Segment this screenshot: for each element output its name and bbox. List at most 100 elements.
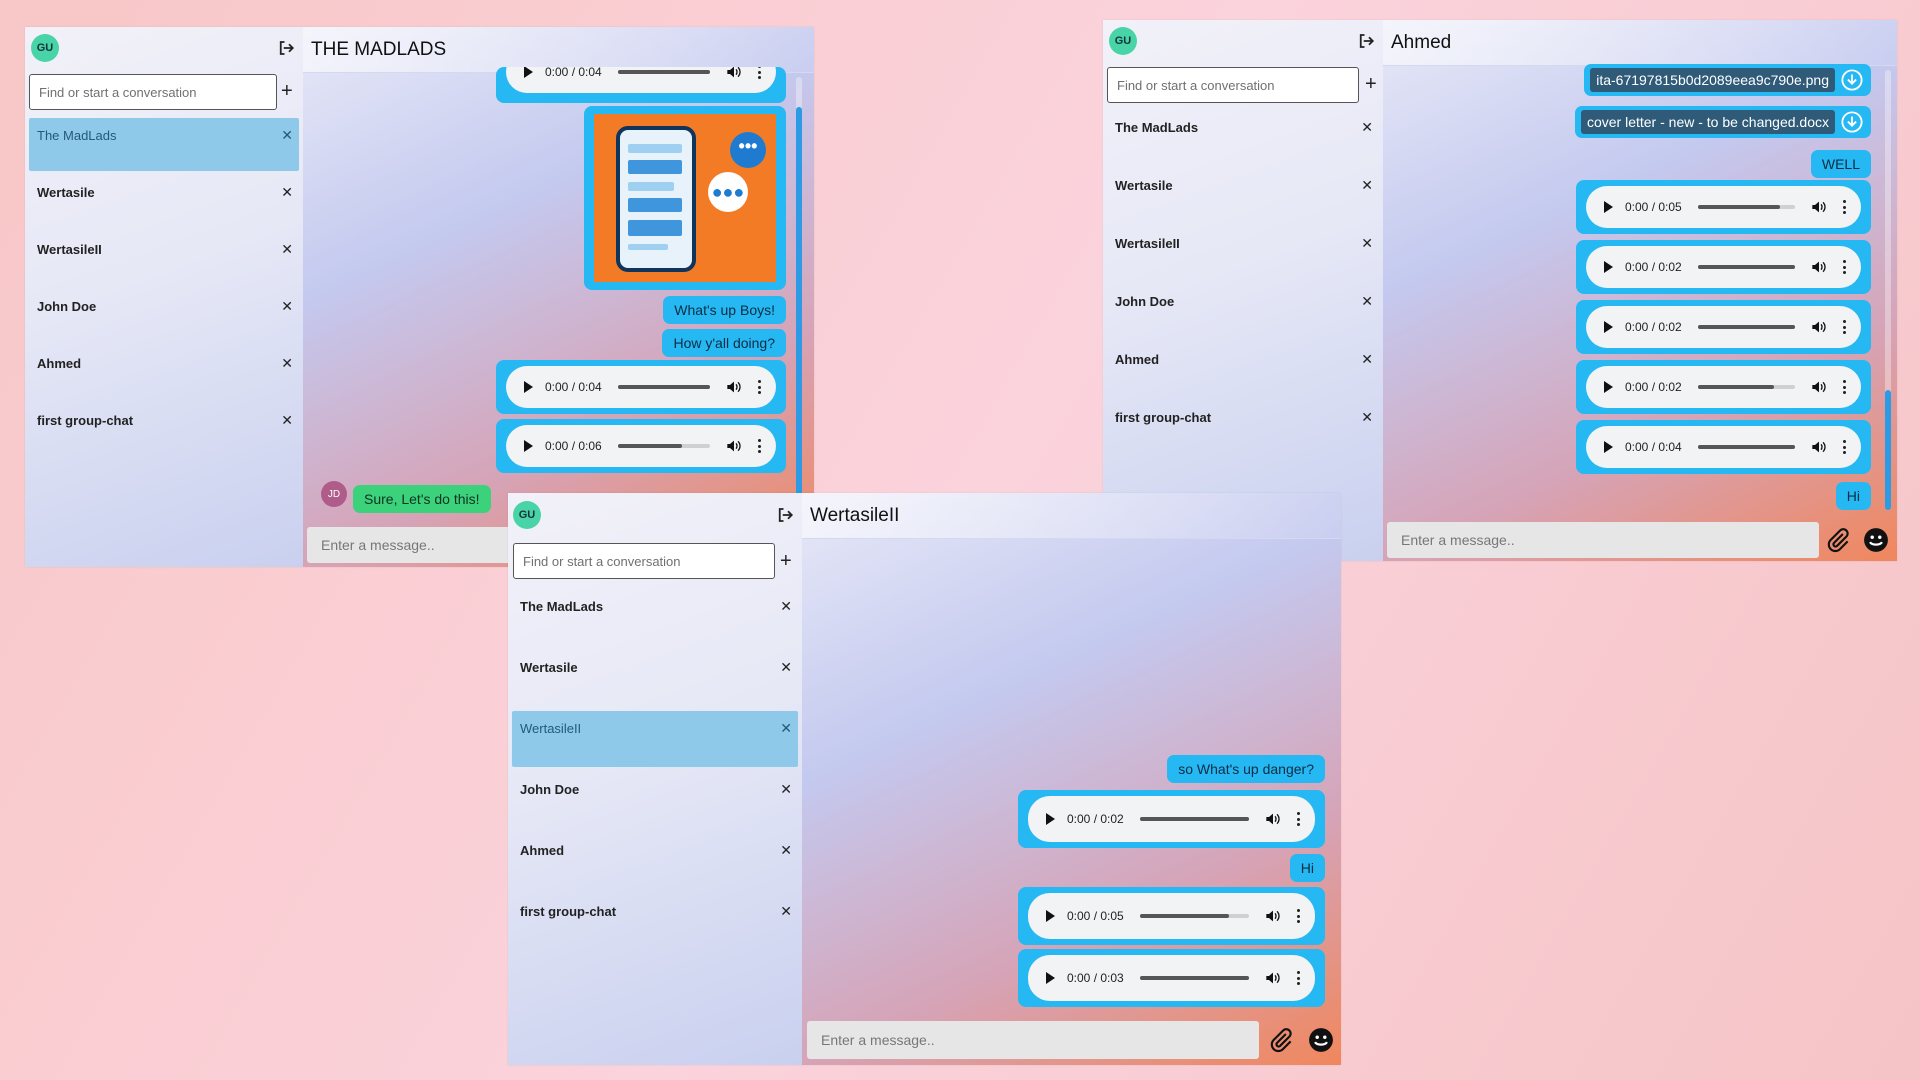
- audio-player[interactable]: 0:00 / 0:02: [1586, 306, 1861, 348]
- more-options-icon[interactable]: [1297, 909, 1301, 923]
- conversation-item[interactable]: John Doe ✕: [512, 772, 798, 833]
- play-icon[interactable]: [1046, 813, 1055, 825]
- conversation-item[interactable]: John Doe ✕: [29, 289, 299, 346]
- conversation-item[interactable]: WertasileII ✕: [29, 232, 299, 289]
- play-icon[interactable]: [524, 440, 533, 452]
- volume-icon[interactable]: [1811, 320, 1827, 334]
- audio-progress[interactable]: [617, 385, 710, 389]
- logout-icon[interactable]: [776, 506, 794, 524]
- play-icon[interactable]: [524, 381, 533, 393]
- play-icon[interactable]: [1046, 910, 1055, 922]
- conversation-item[interactable]: first group-chat ✕: [1107, 400, 1379, 458]
- file-name[interactable]: ita-67197815b0d2089eea9c790e.png: [1590, 68, 1835, 92]
- play-icon[interactable]: [1604, 261, 1613, 273]
- close-icon[interactable]: ✕: [281, 412, 293, 429]
- more-options-icon[interactable]: [758, 380, 762, 394]
- conversation-item[interactable]: Wertasile ✕: [512, 650, 798, 711]
- play-icon[interactable]: [1604, 441, 1613, 453]
- new-conversation-icon[interactable]: +: [780, 551, 792, 571]
- close-icon[interactable]: ✕: [281, 298, 293, 315]
- logout-icon[interactable]: [277, 39, 295, 57]
- audio-progress[interactable]: [1697, 325, 1795, 329]
- conversation-item[interactable]: first group-chat ✕: [29, 403, 299, 460]
- audio-player[interactable]: 0:00 / 0:04: [1586, 426, 1861, 468]
- close-icon[interactable]: ✕: [281, 127, 293, 144]
- scrollbar[interactable]: [796, 77, 802, 517]
- search-input[interactable]: [513, 543, 775, 579]
- volume-icon[interactable]: [726, 439, 742, 453]
- audio-progress[interactable]: [1697, 445, 1795, 449]
- audio-progress[interactable]: [1139, 914, 1249, 918]
- user-avatar[interactable]: GU: [513, 501, 541, 529]
- audio-progress[interactable]: [1697, 385, 1795, 389]
- message-input[interactable]: [1387, 522, 1819, 558]
- close-icon[interactable]: ✕: [780, 598, 792, 615]
- more-options-icon[interactable]: [1843, 440, 1847, 454]
- audio-progress[interactable]: [1697, 265, 1795, 269]
- more-options-icon[interactable]: [1843, 200, 1847, 214]
- close-icon[interactable]: ✕: [1361, 119, 1373, 136]
- more-options-icon[interactable]: [1297, 812, 1301, 826]
- play-icon[interactable]: [1604, 201, 1613, 213]
- close-icon[interactable]: ✕: [780, 659, 792, 676]
- conversation-item[interactable]: Ahmed ✕: [1107, 342, 1379, 400]
- close-icon[interactable]: ✕: [780, 903, 792, 920]
- close-icon[interactable]: ✕: [281, 241, 293, 258]
- audio-progress[interactable]: [617, 444, 710, 448]
- volume-icon[interactable]: [1811, 260, 1827, 274]
- audio-player[interactable]: 0:00 / 0:02: [1028, 796, 1315, 842]
- conversation-item[interactable]: John Doe ✕: [1107, 284, 1379, 342]
- search-input[interactable]: [29, 74, 277, 110]
- close-icon[interactable]: ✕: [1361, 409, 1373, 426]
- file-name[interactable]: cover letter - new - to be changed.docx: [1580, 110, 1835, 134]
- audio-player[interactable]: 0:00 / 0:03: [1028, 955, 1315, 1001]
- more-options-icon[interactable]: [1297, 971, 1301, 985]
- new-conversation-icon[interactable]: +: [281, 81, 293, 101]
- conversation-item[interactable]: The MadLads ✕: [512, 589, 798, 650]
- scrollbar[interactable]: [1885, 70, 1891, 510]
- more-options-icon[interactable]: [1843, 260, 1847, 274]
- conversation-item[interactable]: The MadLads ✕: [1107, 110, 1379, 168]
- user-avatar[interactable]: GU: [31, 34, 59, 62]
- audio-progress[interactable]: [1697, 205, 1795, 209]
- emoji-icon[interactable]: [1863, 527, 1889, 553]
- conversation-item[interactable]: Ahmed ✕: [29, 346, 299, 403]
- attach-icon[interactable]: [1825, 527, 1851, 553]
- attach-icon[interactable]: [1268, 1027, 1294, 1053]
- volume-icon[interactable]: [1811, 380, 1827, 394]
- more-options-icon[interactable]: [1843, 380, 1847, 394]
- audio-progress[interactable]: [617, 70, 710, 74]
- audio-progress[interactable]: [1139, 976, 1249, 980]
- volume-icon[interactable]: [726, 67, 742, 79]
- conversation-item[interactable]: WertasileII ✕: [512, 711, 798, 767]
- more-options-icon[interactable]: [1843, 320, 1847, 334]
- volume-icon[interactable]: [1811, 200, 1827, 214]
- image-message[interactable]: ••• ●●●: [584, 106, 786, 290]
- audio-player[interactable]: 0:00 / 0:04: [506, 67, 776, 93]
- download-icon[interactable]: [1841, 69, 1863, 91]
- audio-player[interactable]: 0:00 / 0:02: [1586, 246, 1861, 288]
- message-input[interactable]: [807, 1021, 1259, 1059]
- conversation-item[interactable]: first group-chat ✕: [512, 894, 798, 955]
- close-icon[interactable]: ✕: [1361, 177, 1373, 194]
- more-options-icon[interactable]: [758, 67, 762, 79]
- play-icon[interactable]: [1604, 321, 1613, 333]
- audio-player[interactable]: 0:00 / 0:06: [506, 425, 776, 467]
- conversation-item[interactable]: Ahmed ✕: [512, 833, 798, 894]
- volume-icon[interactable]: [1265, 909, 1281, 923]
- search-input[interactable]: [1107, 67, 1359, 103]
- close-icon[interactable]: ✕: [780, 781, 792, 798]
- close-icon[interactable]: ✕: [1361, 351, 1373, 368]
- close-icon[interactable]: ✕: [780, 842, 792, 859]
- close-icon[interactable]: ✕: [281, 355, 293, 372]
- download-icon[interactable]: [1841, 111, 1863, 133]
- conversation-item[interactable]: The MadLads ✕: [29, 118, 299, 171]
- volume-icon[interactable]: [1811, 440, 1827, 454]
- play-icon[interactable]: [524, 67, 533, 78]
- more-options-icon[interactable]: [758, 439, 762, 453]
- close-icon[interactable]: ✕: [281, 184, 293, 201]
- volume-icon[interactable]: [726, 380, 742, 394]
- user-avatar[interactable]: GU: [1109, 27, 1137, 55]
- volume-icon[interactable]: [1265, 971, 1281, 985]
- audio-player[interactable]: 0:00 / 0:05: [1028, 893, 1315, 939]
